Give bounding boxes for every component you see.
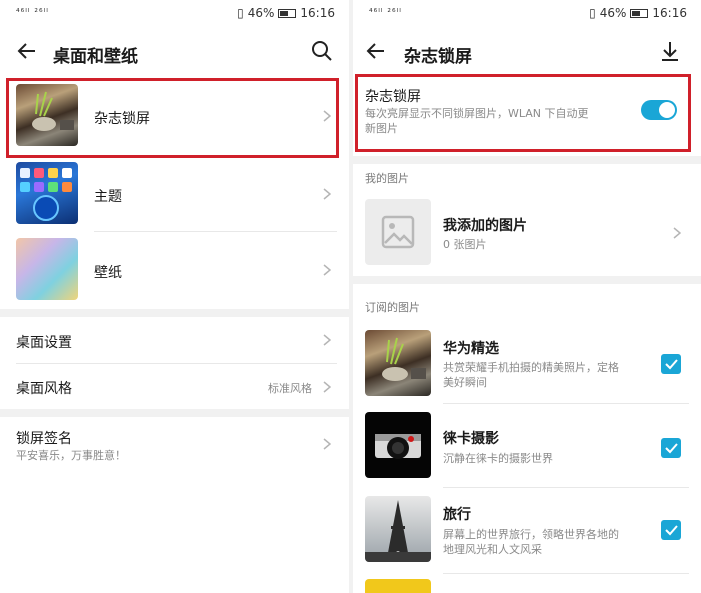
list-item-label: 我添加的图片 [443,218,527,234]
highlight-box [6,78,339,158]
list-item-label: 桌面风格 [16,381,72,397]
section-gap [353,276,701,284]
section-title-subscribed: 订阅的图片 [365,301,420,314]
subscribed-thumbnail [365,412,431,478]
divider [443,403,689,404]
battery-icon [630,8,649,18]
wallpaper-thumbnail [16,238,78,300]
list-item-label: 桌面设置 [16,335,72,351]
image-placeholder-icon [381,215,415,249]
list-item-theme[interactable]: 主题 [0,160,349,232]
chevron-right-icon [323,334,331,346]
subscribed-item-huawei-selection[interactable]: 华为精选 共赏荣耀手机拍摄的精美照片，定格 美好瞬间 [353,326,701,402]
signature-value: 平安喜乐，万事胜意！ [16,449,126,462]
desktop-style-value: 标准风格 [268,382,312,395]
subscribed-thumbnail [365,330,431,396]
page-title: 杂志锁屏 [404,47,472,67]
chevron-right-icon [673,227,681,239]
battery-percent: 46% [599,6,627,20]
section-gap [0,309,349,317]
section-gap [353,156,701,164]
back-arrow-icon[interactable] [365,40,387,62]
chevron-right-icon [323,188,331,200]
list-item-lockscreen-signature[interactable]: 锁屏签名 平安喜乐，万事胜意！ [0,418,349,472]
section-title-my-pictures: 我的图片 [365,172,409,185]
list-item-label: 锁屏签名 [16,431,72,447]
section-gap [0,409,349,417]
status-right: ▯ 46% 16:16 [589,6,687,20]
picture-count: 0 张图片 [443,238,487,251]
search-icon[interactable] [311,40,333,62]
battery-icon [278,8,297,18]
chevron-right-icon [323,264,331,276]
checkmark-icon [665,443,678,454]
partial-thumbnail [365,579,431,593]
checkmark-icon [665,525,678,536]
list-item-label: 旅行 [443,507,471,523]
item-description-line2: 地理风光和人文风采 [443,543,542,556]
item-description-line1: 屏幕上的世界旅行，领略世界各地的 [443,528,619,541]
status-bar: ⁴⁶ᴵᴵ ²⁶ᴵᴵ ▯ 46% 16:16 [0,0,349,30]
app-bar: 杂志锁屏 [353,34,701,72]
vibrate-icon: ▯ [589,6,596,20]
item-description-line2: 美好瞬间 [443,376,487,389]
list-item-my-added-pictures[interactable]: 我添加的图片 0 张图片 [353,195,701,269]
subscription-checkbox[interactable] [661,438,681,458]
list-item-desktop-settings[interactable]: 桌面设置 [0,318,349,362]
item-description-line1: 共赏荣耀手机拍摄的精美照片，定格 [443,361,619,374]
divider [443,573,689,574]
list-item-label: 壁纸 [94,265,122,281]
list-item-desktop-style[interactable]: 桌面风格 标准风格 [0,364,349,408]
divider [94,231,337,232]
desktop-wallpaper-screen: ⁴⁶ᴵᴵ ²⁶ᴵᴵ ▯ 46% 16:16 桌面和壁纸 杂志锁屏 主题 壁纸 桌… [0,0,349,593]
app-bar: 桌面和壁纸 [0,34,349,72]
vibrate-icon: ▯ [237,6,244,20]
subscription-checkbox[interactable] [661,354,681,374]
page-title: 桌面和壁纸 [53,47,138,67]
list-item-label: 华为精选 [443,341,499,357]
chevron-right-icon [323,438,331,450]
download-icon[interactable] [659,40,681,62]
magazine-lockscreen-screen: ⁴⁶ᴵᴵ ²⁶ᴵᴵ ▯ 46% 16:16 杂志锁屏 杂志锁屏 每次亮屏显示不同… [353,0,701,593]
theme-thumbnail [16,162,78,224]
chevron-right-icon [323,381,331,393]
divider [443,487,689,488]
status-right: ▯ 46% 16:16 [237,6,335,20]
signal-indicator: ⁴⁶ᴵᴵ ²⁶ᴵᴵ [369,8,402,18]
list-item-wallpaper[interactable]: 壁纸 [0,236,349,308]
clock: 16:16 [652,6,687,20]
clock: 16:16 [300,6,335,20]
status-bar: ⁴⁶ᴵᴵ ²⁶ᴵᴵ ▯ 46% 16:16 [353,0,701,30]
subscribed-thumbnail [365,496,431,562]
highlight-box [355,74,691,152]
subscribed-item-leica[interactable]: 徕卡摄影 沉静在徕卡的摄影世界 [353,408,701,486]
battery-percent: 46% [247,6,275,20]
signal-indicator: ⁴⁶ᴵᴵ ²⁶ᴵᴵ [16,8,49,18]
list-item-label: 主题 [94,189,122,205]
subscribed-item-travel[interactable]: 旅行 屏幕上的世界旅行，领略世界各地的 地理风光和人文风采 [353,492,701,572]
image-placeholder-thumbnail [365,199,431,265]
item-description-line1: 沉静在徕卡的摄影世界 [443,452,553,465]
subscription-checkbox[interactable] [661,520,681,540]
list-item-label: 徕卡摄影 [443,431,499,447]
checkmark-icon [665,359,678,370]
back-arrow-icon[interactable] [16,40,38,62]
